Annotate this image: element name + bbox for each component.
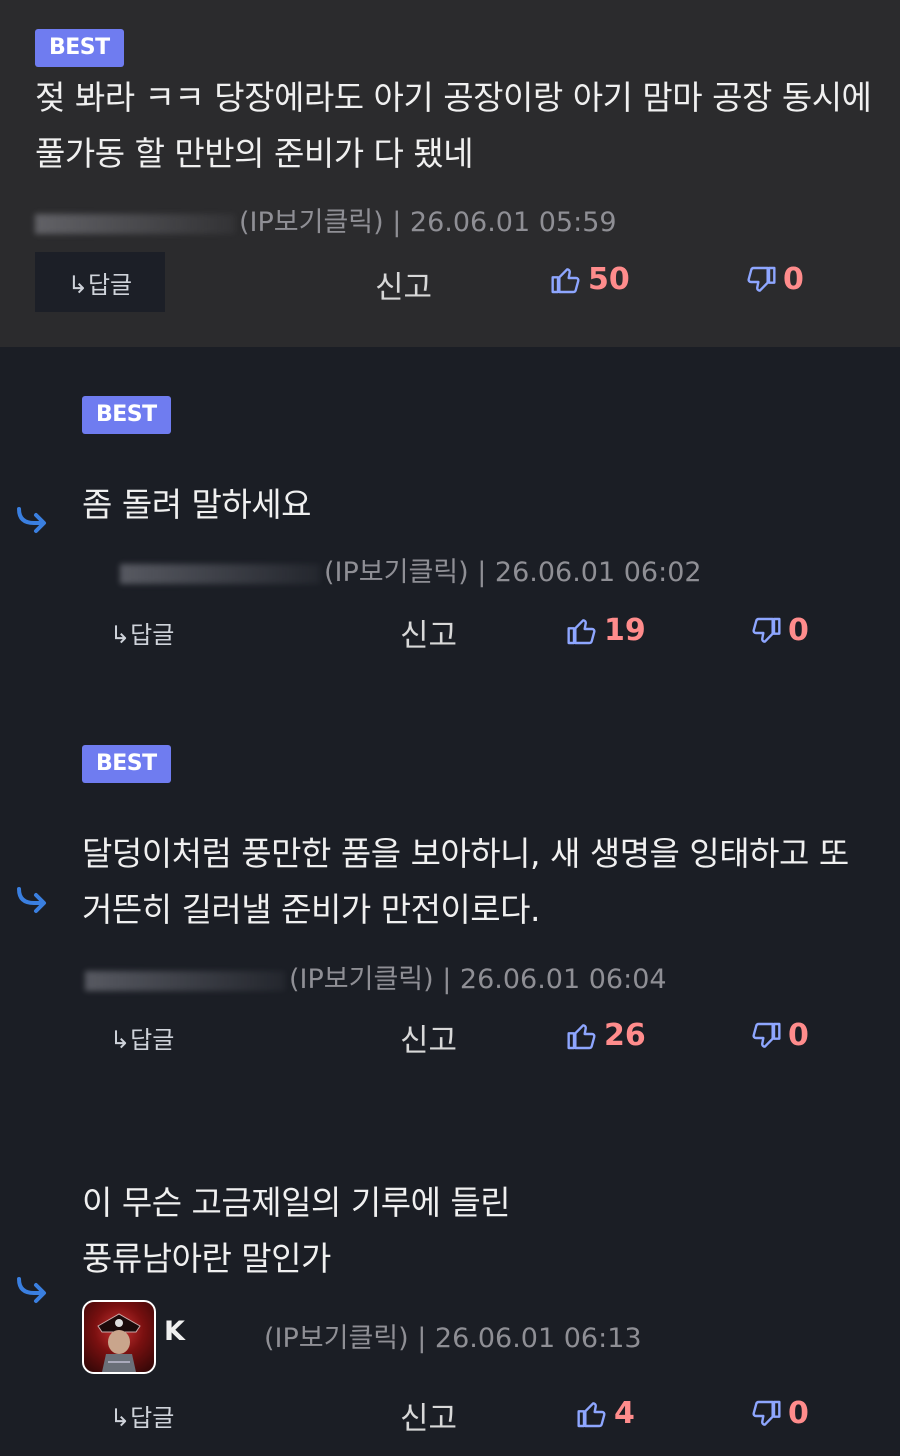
comment-text: 좀 돌려 말하세요 <box>82 485 312 524</box>
like-button[interactable]: 19 <box>566 613 646 648</box>
report-button[interactable]: 신고 <box>400 1015 457 1060</box>
blurred-nickname <box>35 213 235 234</box>
dislike-button[interactable]: 0 <box>750 613 809 648</box>
comment-meta-text[interactable]: (IP보기클릭) | 26.06.01 06:13 <box>264 1323 642 1354</box>
comment-meta: (IP보기클릭) | 26.06.01 06:02 <box>120 550 702 589</box>
comment-meta-text[interactable]: (IP보기클릭) | 26.06.01 05:59 <box>239 207 617 238</box>
comment-text: 젖 봐라 ㅋㅋ 당장에라도 아기 공장이랑 아기 맘마 공장 동시에 풀가동 할… <box>35 78 872 173</box>
dislike-count: 0 <box>783 262 804 297</box>
dislike-count: 0 <box>788 613 809 648</box>
avatar[interactable] <box>82 1300 156 1374</box>
comment-text-line1: 이 무슨 고금제일의 기루에 들린 <box>82 1183 511 1222</box>
thumbs-down-icon <box>747 266 776 292</box>
like-count: 4 <box>614 1396 635 1431</box>
comment-best-reply: BEST 좀 돌려 말하세요 (IP보기클릭) | 26.06.01 06:02… <box>0 347 900 695</box>
reply-arrow-icon <box>17 887 46 913</box>
thumbs-up-icon <box>567 618 596 644</box>
thumbs-down-icon <box>752 1022 781 1048</box>
comment-text-line2: 풍류남아란 말인가 <box>82 1239 331 1278</box>
comment-best-parent: BEST 젖 봐라 ㅋㅋ 당장에라도 아기 공장이랑 아기 맘마 공장 동시에 … <box>0 0 900 347</box>
like-count: 26 <box>604 1018 646 1053</box>
best-badge: BEST <box>82 745 171 783</box>
reply-button[interactable]: ↳답글 <box>110 1395 174 1435</box>
reply-arrow-icon <box>17 507 46 533</box>
like-count: 19 <box>604 613 646 648</box>
thumbs-up-icon <box>567 1023 596 1049</box>
like-button[interactable]: 50 <box>550 262 630 297</box>
dislike-count: 0 <box>788 1018 809 1053</box>
reply-arrow-icon <box>17 1277 46 1303</box>
dislike-count: 0 <box>788 1396 809 1431</box>
like-button[interactable]: 4 <box>576 1396 635 1431</box>
comment-meta-text[interactable]: (IP보기클릭) | 26.06.01 06:02 <box>324 557 702 588</box>
comment-meta: (IP보기클릭) | 26.06.01 05:59 <box>35 200 617 239</box>
like-button[interactable]: 26 <box>566 1018 646 1053</box>
thumbs-up-icon <box>551 267 580 293</box>
thumbs-up-icon <box>577 1401 606 1427</box>
best-badge: BEST <box>35 29 124 67</box>
comment-meta: (IP보기클릭) | 26.06.01 06:04 <box>85 957 667 996</box>
thumbs-down-icon <box>752 1400 781 1426</box>
dislike-button[interactable]: 0 <box>745 262 804 297</box>
best-badge: BEST <box>82 396 171 434</box>
blurred-nickname <box>120 563 320 584</box>
report-button[interactable]: 신고 <box>400 1393 457 1438</box>
dislike-button[interactable]: 0 <box>750 1018 809 1053</box>
comment-reply: 이 무슨 고금제일의 기루에 들린 풍류남아란 말인가 K (IP보기클릭) |… <box>0 1100 900 1456</box>
reply-button[interactable]: ↳답글 <box>110 1017 174 1057</box>
blurred-nickname <box>85 970 285 991</box>
comment-meta: (IP보기클릭) | 26.06.01 06:13 <box>264 1316 642 1355</box>
comment-meta-text[interactable]: (IP보기클릭) | 26.06.01 06:04 <box>289 964 667 995</box>
like-count: 50 <box>588 262 630 297</box>
report-button[interactable]: 신고 <box>375 262 432 307</box>
thumbs-down-icon <box>752 617 781 643</box>
avatar-image <box>97 1313 141 1372</box>
report-button[interactable]: 신고 <box>400 610 457 655</box>
comment-text: 달덩이처럼 풍만한 품을 보아하니, 새 생명을 잉태하고 또 거뜬히 길러낼 … <box>82 834 849 929</box>
author-nickname[interactable]: K <box>164 1316 185 1347</box>
reply-button[interactable]: ↳답글 <box>35 252 165 312</box>
comment-best-reply: BEST 달덩이처럼 풍만한 품을 보아하니, 새 생명을 잉태하고 또 거뜬히… <box>0 695 900 1100</box>
dislike-button[interactable]: 0 <box>750 1396 809 1431</box>
reply-button[interactable]: ↳답글 <box>110 612 174 652</box>
